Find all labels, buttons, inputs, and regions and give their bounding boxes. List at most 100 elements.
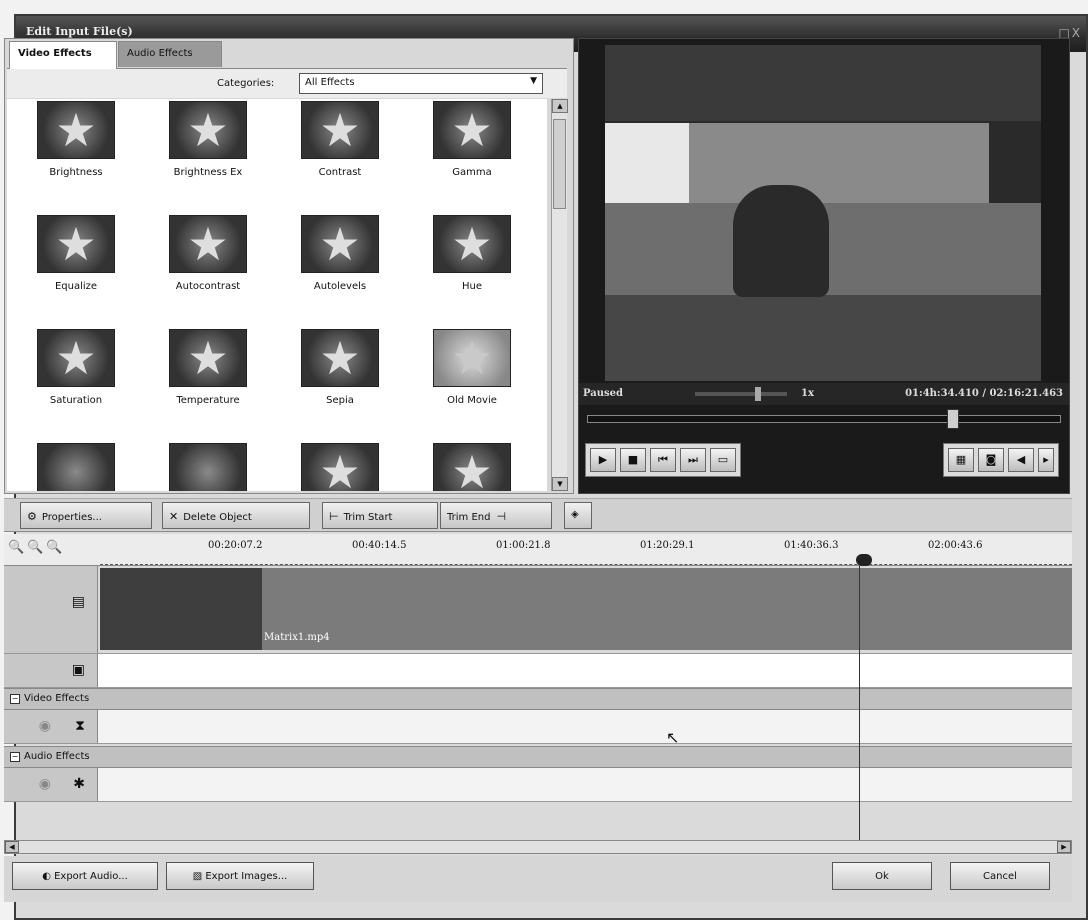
volume-menu-icon[interactable]: ▸ xyxy=(1038,448,1054,472)
video-effects-track-header: ◉ ⧗ xyxy=(4,710,98,743)
playback-speed: 1x xyxy=(801,388,814,399)
video-effects-section-label: Video Effects xyxy=(24,693,90,704)
playback-status: Paused xyxy=(583,388,623,399)
export-images-icon: ▧ xyxy=(192,871,206,882)
export-audio-button[interactable]: ◐ Export Audio... xyxy=(12,862,158,890)
playhead-handle[interactable] xyxy=(856,554,872,566)
effect-item[interactable]: ★ Equalize xyxy=(11,215,141,292)
visibility-eye-icon[interactable]: ◉ xyxy=(39,718,51,734)
effect-label: Equalize xyxy=(54,281,98,292)
timeline-horizontal-scrollbar[interactable]: ◀ ▶ xyxy=(4,840,1072,854)
audio-effects-lane[interactable] xyxy=(100,768,1072,801)
texture-icon xyxy=(37,443,115,491)
effect-item[interactable] xyxy=(11,443,141,491)
effect-item[interactable] xyxy=(143,443,273,491)
audio-effects-track: ◉ ✱ xyxy=(4,768,1072,802)
export-audio-icon: ◐ xyxy=(42,871,55,882)
categories-row: Categories: All Effects ▼ xyxy=(7,68,567,98)
audio-track: ▣ xyxy=(4,654,1072,688)
star-icon: ★ xyxy=(37,329,115,387)
effect-label: Saturation xyxy=(49,395,103,406)
audio-file-icon: ▣ xyxy=(71,662,85,678)
star-icon: ★ xyxy=(301,101,379,159)
effect-item[interactable]: ★ Gamma xyxy=(407,101,537,178)
trim-start-button[interactable]: ⊢ Trim Start xyxy=(322,502,438,529)
collapse-icon[interactable]: − xyxy=(10,694,20,704)
star-icon: ★ xyxy=(433,101,511,159)
video-clip[interactable] xyxy=(262,568,1072,650)
next-frame-icon[interactable]: ⏭ xyxy=(680,448,706,472)
visibility-eye-icon[interactable]: ◉ xyxy=(39,776,51,792)
clip-thumbnail[interactable] xyxy=(100,568,262,650)
volume-icon[interactable]: ◀ xyxy=(1008,448,1034,472)
zoom-out-icon[interactable]: 🔍 xyxy=(27,540,46,555)
effects-scrollbar[interactable]: ▲ ▼ xyxy=(551,99,568,491)
categories-label: Categories: xyxy=(217,78,275,89)
scroll-right-icon[interactable]: ▶ xyxy=(1057,841,1071,853)
effect-item[interactable]: ★ Temperature xyxy=(143,329,273,406)
star-icon: ★ xyxy=(169,329,247,387)
zoom-in-icon[interactable]: 🔍 xyxy=(8,540,27,555)
audio-track-lane[interactable] xyxy=(100,654,1072,687)
seek-bar[interactable] xyxy=(587,409,1061,429)
export-images-label: Export Images... xyxy=(205,871,288,882)
zoom-buttons: 🔍🔍🔍 xyxy=(8,540,66,555)
stop-icon[interactable]: ■ xyxy=(620,448,646,472)
video-effects-track: ◉ ⧗ xyxy=(4,710,1072,744)
ok-button[interactable]: Ok xyxy=(832,862,932,890)
snapshot-camera-icon[interactable]: ◙ xyxy=(978,448,1004,472)
trim-start-label: Trim Start xyxy=(343,512,393,523)
video-effects-section-header[interactable]: − Video Effects xyxy=(4,688,1072,710)
delete-object-button[interactable]: ✕ Delete Object xyxy=(162,502,310,529)
video-frame xyxy=(605,45,1041,381)
tick-label: 00:40:14.5 xyxy=(352,540,407,551)
scroll-up-icon[interactable]: ▲ xyxy=(552,99,568,113)
film-icon[interactable]: ▭ xyxy=(710,448,736,472)
trim-end-button[interactable]: Trim End ⊣ xyxy=(440,502,552,529)
play-icon[interactable]: ▶ xyxy=(590,448,616,472)
effect-label: Temperature xyxy=(176,395,240,406)
star-icon: ★ xyxy=(301,329,379,387)
tab-audio-effects[interactable]: Audio Effects xyxy=(118,41,222,67)
effect-item[interactable]: ★ Sepia xyxy=(275,329,405,406)
scroll-thumb[interactable] xyxy=(553,119,566,209)
video-track-header: ▤ xyxy=(4,566,98,653)
effect-item[interactable]: ★ Autocontrast xyxy=(143,215,273,292)
effect-item[interactable]: ★ Saturation xyxy=(11,329,141,406)
timeline-ruler[interactable]: 🔍🔍🔍 00:20:07.2 00:40:14.5 01:00:21.8 01:… xyxy=(4,534,1072,566)
effect-item[interactable]: ★ xyxy=(275,443,405,491)
export-images-button[interactable]: ▧ Export Images... xyxy=(166,862,314,890)
effect-label: Autolevels xyxy=(313,281,367,292)
categories-select[interactable]: All Effects ▼ xyxy=(299,73,543,94)
effect-item[interactable]: ★ Contrast xyxy=(275,101,405,178)
speed-slider-handle[interactable] xyxy=(755,387,761,401)
properties-button[interactable]: ⚙ Properties... xyxy=(20,502,152,529)
collapse-icon[interactable]: − xyxy=(10,752,20,762)
effect-item[interactable]: ★ Brightness Ex xyxy=(143,101,273,178)
video-effects-lane[interactable] xyxy=(100,710,1072,743)
cancel-button[interactable]: Cancel xyxy=(950,862,1050,890)
grid-icon[interactable]: ▦ xyxy=(948,448,974,472)
scroll-left-icon[interactable]: ◀ xyxy=(5,841,19,853)
split-button[interactable]: ◈ xyxy=(564,502,592,529)
effect-label: Autocontrast xyxy=(175,281,241,292)
trim-end-label: Trim End xyxy=(447,512,491,523)
audio-effects-section-header[interactable]: − Audio Effects xyxy=(4,746,1072,768)
effect-item[interactable]: ★ xyxy=(407,443,537,491)
previous-frame-icon[interactable]: ⏮ xyxy=(650,448,676,472)
effect-item[interactable]: ★ Autolevels xyxy=(275,215,405,292)
scroll-down-icon[interactable]: ▼ xyxy=(552,477,568,491)
delete-x-icon: ✕ xyxy=(169,510,179,523)
effect-item[interactable]: ★ Hue xyxy=(407,215,537,292)
properties-label: Properties... xyxy=(41,512,102,523)
speed-slider-track[interactable] xyxy=(695,392,787,396)
zoom-fit-icon[interactable]: 🔍 xyxy=(46,540,65,555)
effect-item[interactable]: ★ Brightness xyxy=(11,101,141,178)
chevron-down-icon: ▼ xyxy=(530,76,537,86)
effect-item[interactable]: ★ Old Movie xyxy=(407,329,537,406)
effects-grid: ★ Brightness ★ Brightness Ex ★ Contrast … xyxy=(7,99,547,491)
playback-time: 01:4h:34.410 / 02:16:21.463 xyxy=(905,388,1063,399)
tab-video-effects[interactable]: Video Effects xyxy=(9,41,117,69)
seek-handle[interactable] xyxy=(947,409,959,429)
player-status-bar: Paused 1x 01:4h:34.410 / 02:16:21.463 xyxy=(579,383,1069,405)
